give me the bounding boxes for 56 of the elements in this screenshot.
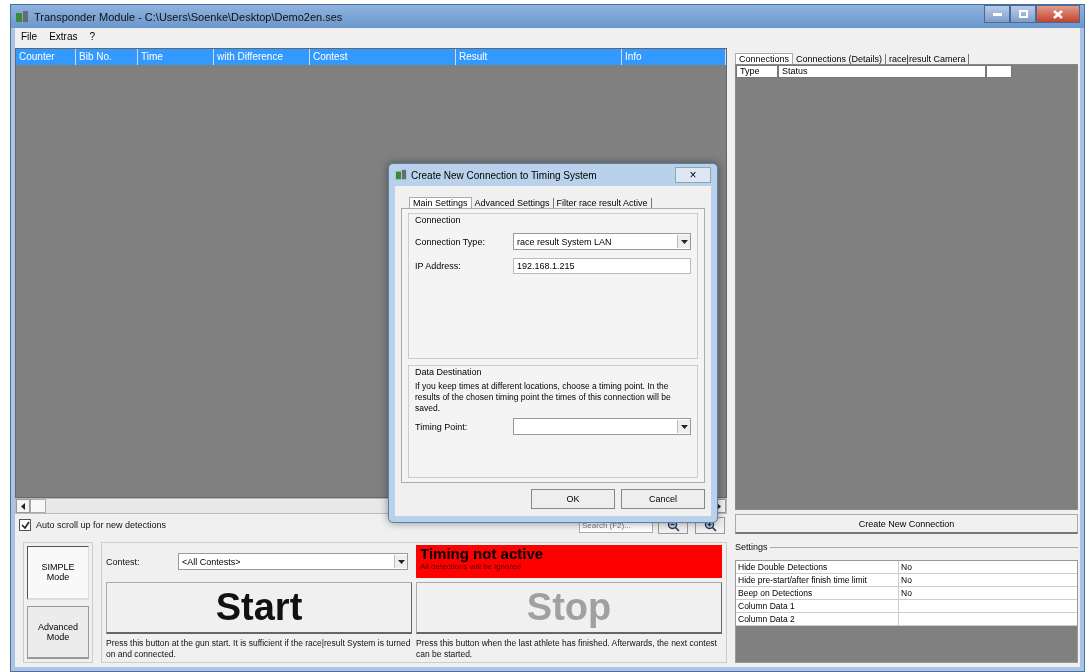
group-title: Data Destination — [415, 367, 483, 377]
app-icon — [15, 9, 29, 24]
connection-type-dropdown[interactable]: race result System LAN — [513, 233, 691, 250]
dropdown-button[interactable] — [394, 555, 407, 568]
description-text: If you keep times at different locations, choose a timing point. In the results of the chosen timing point the times of this connection will be saved. — [415, 381, 672, 414]
close-button[interactable]: × — [675, 167, 711, 183]
table-cell: Column Data 1 — [736, 600, 899, 612]
minimize-button[interactable] — [984, 5, 1010, 23]
checkbox-label: Auto scroll up for new detections — [36, 520, 167, 530]
create-connection-button[interactable]: Create New Connection — [735, 514, 1078, 534]
status-title: Timing not active — [420, 545, 545, 562]
left-arrow-icon — [21, 502, 25, 510]
help-text: Press this button when the last athlete has finished. Afterwards, the next contest can be started. — [416, 638, 718, 660]
field-label: Connection Type: — [415, 236, 486, 247]
field-label: Timing Point: — [415, 421, 469, 432]
table-cell: Beep on Detections — [736, 587, 899, 599]
column-header[interactable]: Type — [736, 65, 778, 78]
table-cell-text: No — [900, 574, 913, 586]
column-header[interactable]: Status — [778, 65, 986, 78]
dropdown-arrow-icon — [680, 239, 688, 244]
status-subtitle: All detections will be ignored — [420, 562, 522, 571]
menu-item[interactable]: File — [21, 30, 38, 42]
table-cell: Hide pre-start/after finish time limit — [736, 574, 899, 586]
help-text: Press this button at the gun start. It is sufficient if the race|result System is turned on and connected. — [106, 638, 412, 660]
dialog-button[interactable]: OK — [531, 489, 615, 509]
minimize-icon — [992, 12, 1002, 16]
dialog-title: Create New Connection to Timing System — [411, 169, 597, 181]
checkbox[interactable] — [19, 519, 31, 531]
close-icon — [1053, 9, 1063, 19]
dropdown-button[interactable] — [677, 420, 690, 433]
close-button[interactable] — [1036, 5, 1080, 23]
contest-label: Contest: — [106, 556, 141, 567]
group-title: Connection — [415, 215, 462, 225]
ip-address-field[interactable]: 192.168.1.215 — [513, 258, 691, 274]
app-icon — [395, 169, 407, 181]
dropdown-button[interactable] — [677, 235, 690, 248]
dropdown-arrow-icon — [397, 559, 405, 564]
menu-item[interactable]: Extras — [49, 30, 78, 42]
table-cell-text: No — [900, 587, 913, 599]
table-cell-text: No — [900, 561, 913, 573]
mode-button[interactable]: Advanced Mode — [27, 605, 89, 659]
window-title: Transponder Module - C:\Users\Soenke\Desktop\Demo2en.ses — [34, 10, 343, 23]
scroll-left-button[interactable] — [16, 499, 30, 513]
field-label: IP Address: — [415, 261, 462, 271]
maximize-icon — [1018, 10, 1028, 18]
table-cell: Hide Double Detections — [736, 561, 899, 573]
dropdown-arrow-icon — [680, 424, 688, 429]
start-button[interactable]: Start — [106, 582, 412, 634]
scroll-thumb[interactable] — [30, 499, 46, 513]
contest-dropdown[interactable]: <All Contests> — [178, 553, 408, 570]
dialog-button[interactable]: Cancel — [621, 489, 705, 509]
group-title: Settings — [735, 542, 768, 552]
menu-item[interactable]: ? — [89, 30, 96, 42]
maximize-button[interactable] — [1010, 5, 1036, 23]
mode-button[interactable]: SIMPLE Mode — [27, 546, 89, 600]
table-cell: Column Data 2 — [736, 613, 899, 625]
